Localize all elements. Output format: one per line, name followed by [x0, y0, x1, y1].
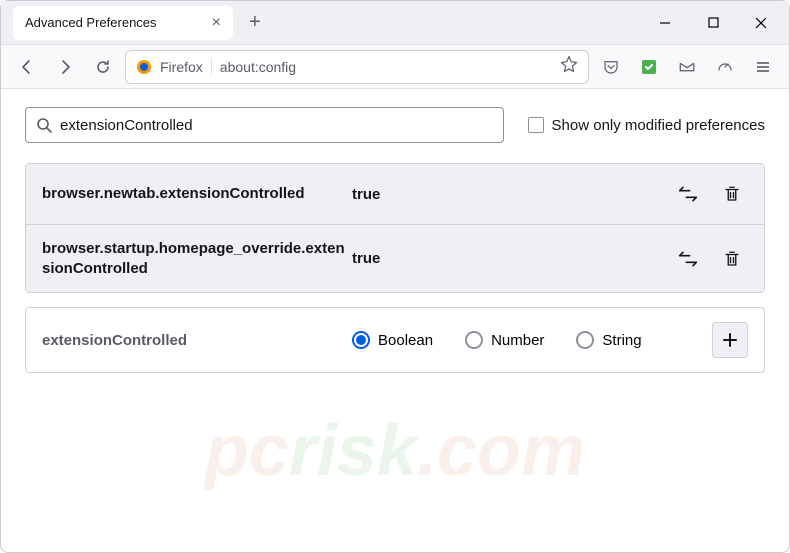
urlbar-text: about:config [220, 59, 552, 75]
delete-icon[interactable] [716, 243, 748, 275]
minimize-button[interactable] [645, 7, 685, 39]
maximize-button[interactable] [693, 7, 733, 39]
reload-button[interactable] [87, 51, 119, 83]
new-tab-button[interactable]: + [241, 7, 269, 38]
mail-icon[interactable] [671, 51, 703, 83]
close-icon[interactable]: × [212, 15, 221, 31]
radio-input[interactable] [352, 331, 370, 349]
pref-row: browser.newtab.extensionControlled true [26, 164, 764, 224]
url-bar[interactable]: Firefox about:config [125, 50, 589, 84]
add-button[interactable] [712, 322, 748, 358]
radio-input[interactable] [576, 331, 594, 349]
titlebar: Advanced Preferences × + [1, 1, 789, 45]
pref-row: browser.startup.homepage_override.extens… [26, 224, 764, 292]
extension-icon[interactable] [633, 51, 665, 83]
search-box[interactable] [25, 107, 504, 143]
close-button[interactable] [741, 7, 781, 39]
menu-button[interactable] [747, 51, 779, 83]
toggle-icon[interactable] [672, 243, 704, 275]
pref-value: true [352, 250, 672, 267]
speed-icon[interactable] [709, 51, 741, 83]
firefox-icon [136, 59, 152, 75]
urlbar-brand: Firefox [160, 59, 212, 75]
show-modified-checkbox-label[interactable]: Show only modified preferences [528, 117, 765, 134]
pref-actions [672, 178, 748, 210]
toolbar: Firefox about:config [1, 45, 789, 89]
checkbox-label: Show only modified preferences [552, 117, 765, 134]
back-button[interactable] [11, 51, 43, 83]
content: Show only modified preferences browser.n… [1, 89, 789, 391]
forward-button[interactable] [49, 51, 81, 83]
new-pref-name: extensionControlled [42, 332, 352, 349]
pref-name: browser.newtab.extensionControlled [42, 184, 352, 204]
radio-boolean[interactable]: Boolean [352, 331, 433, 349]
pref-name: browser.startup.homepage_override.extens… [42, 239, 352, 278]
type-radio-group: Boolean Number String [352, 331, 700, 349]
prefs-table: browser.newtab.extensionControlled true … [25, 163, 765, 293]
watermark: pcrisk.com [205, 410, 585, 492]
radio-number[interactable]: Number [465, 331, 544, 349]
bookmark-star-icon[interactable] [560, 55, 578, 78]
radio-label: Number [491, 332, 544, 349]
delete-icon[interactable] [716, 178, 748, 210]
radio-label: Boolean [378, 332, 433, 349]
radio-string[interactable]: String [576, 331, 641, 349]
search-input[interactable] [60, 117, 493, 134]
new-pref-row: extensionControlled Boolean Number Strin… [25, 307, 765, 373]
pref-value: true [352, 186, 672, 203]
radio-input[interactable] [465, 331, 483, 349]
pref-actions [672, 243, 748, 275]
window-controls [645, 7, 781, 39]
tab-title: Advanced Preferences [25, 15, 204, 30]
tab-active[interactable]: Advanced Preferences × [13, 6, 233, 40]
show-modified-checkbox[interactable] [528, 117, 544, 133]
toggle-icon[interactable] [672, 178, 704, 210]
search-icon [36, 117, 52, 133]
search-row: Show only modified preferences [25, 107, 765, 143]
radio-label: String [602, 332, 641, 349]
pocket-icon[interactable] [595, 51, 627, 83]
